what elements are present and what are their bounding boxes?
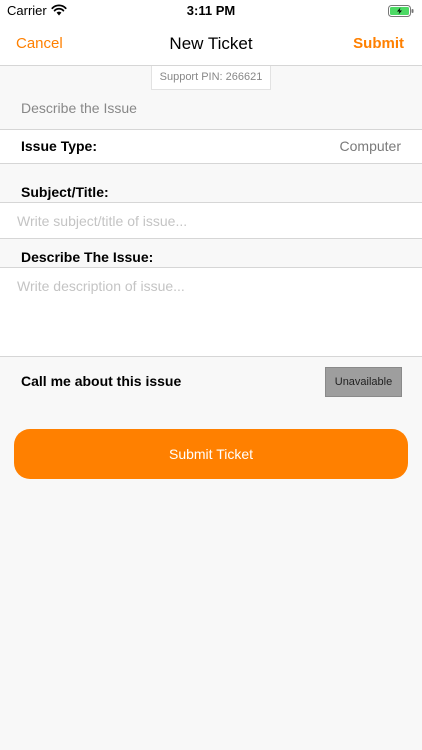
section-header: Describe the Issue xyxy=(21,100,137,116)
submit-button[interactable]: Submit xyxy=(353,35,404,52)
call-me-label: Call me about this issue xyxy=(21,373,182,389)
issue-type-label: Issue Type: xyxy=(21,138,97,154)
describe-label: Describe The Issue: xyxy=(21,249,154,265)
subject-placeholder: Write subject/title of issue... xyxy=(17,213,188,229)
navigation-bar: Cancel New Ticket Submit xyxy=(0,22,422,66)
subject-label: Subject/Title: xyxy=(21,184,109,200)
call-me-unavailable-button[interactable]: Unavailable xyxy=(325,367,402,397)
issue-type-value: Computer xyxy=(339,138,401,154)
describe-placeholder: Write description of issue... xyxy=(17,278,185,294)
subject-input[interactable]: Write subject/title of issue... xyxy=(0,202,422,239)
battery-charging-icon xyxy=(388,4,414,22)
issue-type-row[interactable]: Issue Type: Computer xyxy=(0,129,422,164)
describe-input[interactable]: Write description of issue... xyxy=(0,267,422,357)
support-pin: Support PIN: 266621 xyxy=(151,66,271,90)
submit-ticket-button[interactable]: Submit Ticket xyxy=(14,429,408,479)
status-bar: Carrier 3:11 PM xyxy=(0,0,422,22)
clock: 3:11 PM xyxy=(186,3,236,18)
